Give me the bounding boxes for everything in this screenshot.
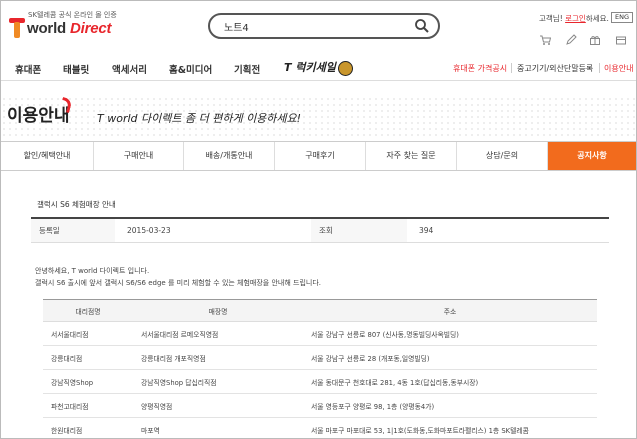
t-logo-icon — [9, 18, 25, 38]
views-label: 조회 — [311, 219, 407, 242]
pencil-icon[interactable] — [565, 31, 577, 45]
box-icon[interactable] — [615, 31, 627, 45]
tab-purchase-guide[interactable]: 구매안내 — [94, 142, 184, 170]
nav-guide[interactable]: 이용안내 — [604, 63, 633, 74]
tab-discount-benefits[interactable]: 할인/혜택안내 — [1, 142, 94, 170]
language-toggle[interactable]: ENG — [611, 12, 633, 23]
search-icon[interactable] — [414, 18, 430, 34]
nav-promotions[interactable]: 기획전 — [234, 62, 260, 76]
tab-consultation[interactable]: 상담/문의 — [457, 142, 548, 170]
gift-icon[interactable] — [589, 31, 601, 45]
post-body-line: 안녕하세요, T world 다이렉트 입니다. — [35, 267, 150, 275]
guide-banner: 이용안내 T world 다이렉트 좀 더 편하게 이용하세요! — [1, 96, 636, 140]
guide-tabs: 할인/혜택안내 구매안내 배송/개통안내 구매후기 자주 찾는 질문 상담/문의… — [1, 141, 636, 171]
notice-post: 갤럭시 S6 체험매장 안내 등록일 2015-03-23 조회 394 — [31, 199, 609, 243]
table-row: 강남직영Shop 강남직영Shop 답십리직점 서울 동대문구 천호대로 281… — [43, 369, 597, 394]
login-prompt: 고객님! 로그인하세요. — [539, 14, 609, 23]
post-body-line: 갤럭시 S6 출시에 앞서 갤럭시 S6/S6 edge 를 미리 체험할 수 … — [35, 279, 322, 287]
table-row: 한원대리점 마포역 서울 마포구 마포대로 53, 1|1호(도화동,도화마포트… — [43, 417, 597, 439]
utility-icons — [539, 31, 637, 45]
cell-address: 서울 영등포구 양평로 98, 1층 (양평동4가) — [303, 393, 597, 418]
table-row: 서서울대리점 서서울대리점 르메오직영점 서울 강남구 선릉로 807 (신사동… — [43, 321, 597, 346]
cell-agency: 파천고대리점 — [43, 393, 133, 418]
nav-t-lucky-sale[interactable]: T 럭키세일 — [284, 59, 353, 76]
t-world-direct-logo[interactable]: SK텔레콤 공식 온라인 몰 인증 world Direct — [9, 10, 129, 42]
nav-accessories[interactable]: 액세서리 — [112, 62, 147, 76]
cell-address: 서울 강남구 선릉로 28 (개포동,일영빌딩) — [303, 345, 597, 370]
date-value: 2015-03-23 — [127, 226, 171, 235]
nav-tablets[interactable]: 태블릿 — [63, 62, 89, 76]
post-title: 갤럭시 S6 체험매장 안내 — [31, 199, 609, 219]
col-header-address: 주소 — [303, 299, 597, 322]
main-nav: 휴대폰 태블릿 액세서리 홈&미디어 기획전 T 럭키세일 휴대폰 가격공시 중… — [1, 53, 636, 81]
nav-home-media[interactable]: 홈&미디어 — [169, 62, 212, 76]
nav-price-notice[interactable]: 휴대폰 가격공시 — [453, 63, 507, 74]
cell-store: 마포역 — [133, 417, 303, 439]
top-bar: SK텔레콤 공식 온라인 몰 인증 world Direct 고객님! 로그인하… — [1, 1, 636, 49]
col-header-agency: 대리점명 — [43, 299, 133, 322]
cell-address: 서울 마포구 마포대로 53, 1|1호(도화동,도화마포트라펠리스) 1층 S… — [303, 417, 597, 439]
cart-icon[interactable] — [539, 31, 552, 45]
cell-agency: 강릉대리점 — [43, 345, 133, 370]
cell-agency: 서서울대리점 — [43, 321, 133, 346]
search-input[interactable] — [224, 18, 404, 34]
tab-faq[interactable]: 자주 찾는 질문 — [366, 142, 457, 170]
cell-store: 강남직영Shop 답십리직점 — [133, 369, 303, 394]
cell-address: 서울 동대문구 천호대로 281, 4동 1호(답십리동,동부시장) — [303, 369, 597, 394]
tab-notice[interactable]: 공지사항 — [548, 142, 636, 170]
cell-address: 서울 강남구 선릉로 807 (신사동,명동빌딩사옥빌딩) — [303, 321, 597, 346]
banner-subtitle: T world 다이렉트 좀 더 편하게 이용하세요! — [97, 112, 302, 125]
table-row: 강릉대리점 강릉대리점 개포직영점 서울 강남구 선릉로 28 (개포동,일영빌… — [43, 345, 597, 370]
col-header-store: 매장명 — [133, 299, 303, 322]
logo-subtitle: SK텔레콤 공식 온라인 몰 인증 — [28, 11, 117, 19]
cell-agency: 한원대리점 — [43, 417, 133, 439]
post-meta: 등록일 2015-03-23 조회 394 — [31, 219, 609, 243]
table-row: 파천고대리점 양평직영점 서울 영등포구 양평로 98, 1층 (양평동4가) — [43, 393, 597, 418]
logo-wordmark: world Direct — [27, 20, 112, 37]
tab-delivery-activation[interactable]: 배송/개통안내 — [184, 142, 275, 170]
search-box[interactable] — [208, 13, 440, 39]
tab-reviews[interactable]: 구매후기 — [275, 142, 366, 170]
views-value: 394 — [419, 226, 434, 235]
cell-agency: 강남직영Shop — [43, 369, 133, 394]
date-label: 등록일 — [31, 219, 115, 242]
nav-phones[interactable]: 휴대폰 — [15, 62, 41, 76]
nav-used-device[interactable]: 중고기기/외산단말등록 — [517, 63, 593, 74]
store-table: 대리점명 매장명 주소 서서울대리점 서서울대리점 르메오직영점 서울 강남구 … — [43, 299, 597, 439]
lucky-sale-badge-icon — [337, 60, 353, 76]
login-link[interactable]: 로그인 — [565, 14, 586, 23]
cell-store: 강릉대리점 개포직영점 — [133, 345, 303, 370]
cell-store: 서서울대리점 르메오직영점 — [133, 321, 303, 346]
post-body: 안녕하세요, T world 다이렉트 입니다. 갤럭시 S6 출시에 앞서 갤… — [35, 265, 321, 289]
cell-store: 양평직영점 — [133, 393, 303, 418]
